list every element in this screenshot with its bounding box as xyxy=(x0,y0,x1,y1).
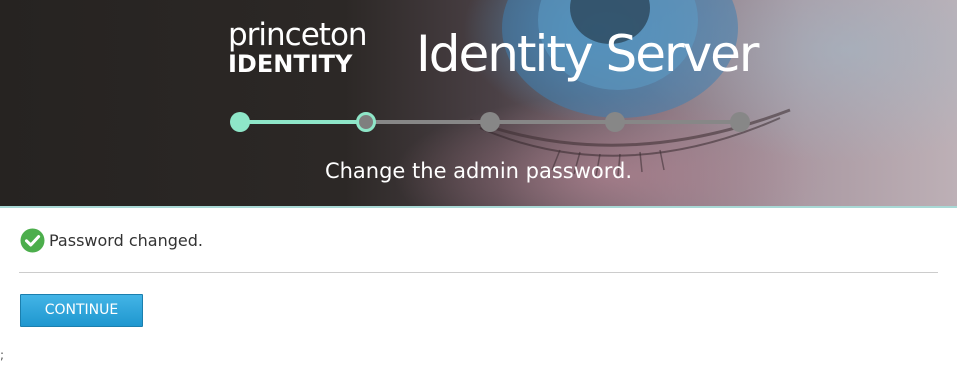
continue-button[interactable]: CONTINUE xyxy=(20,294,143,327)
status-text: Password changed. xyxy=(49,231,203,250)
logo-text-princeton: princeton xyxy=(228,17,368,53)
page-title: Identity Server xyxy=(416,25,759,83)
step-3-dot xyxy=(480,112,500,132)
step-5-dot xyxy=(730,112,750,132)
hero-banner: princeton IDENTITY Identity Server Chang… xyxy=(0,0,957,206)
princeton-identity-logo: princeton IDENTITY xyxy=(228,18,388,80)
logo-text-identity: IDENTITY xyxy=(228,50,353,78)
stray-text: ; xyxy=(0,348,5,362)
step-subtitle: Change the admin password. xyxy=(324,159,633,183)
hero-bottom-border xyxy=(0,206,957,208)
step-4-dot xyxy=(605,112,625,132)
step-1-dot xyxy=(230,112,250,132)
step-2-dot xyxy=(356,112,376,132)
progress-stepper xyxy=(230,112,750,132)
check-circle-icon xyxy=(20,228,45,253)
divider xyxy=(19,272,938,273)
